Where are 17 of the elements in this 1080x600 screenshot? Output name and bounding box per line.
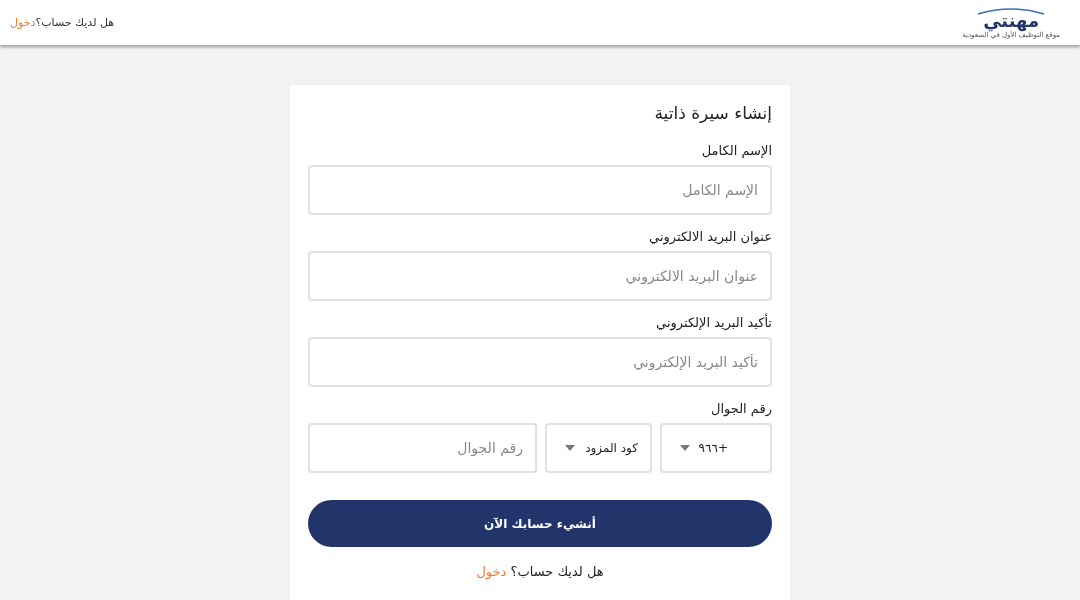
login-prompt-text: هل لديك حساب؟ xyxy=(510,564,604,579)
country-code-dropdown[interactable]: +٩٦٦ xyxy=(660,423,772,473)
provider-code-dropdown[interactable]: كود المزود xyxy=(545,423,652,473)
form-title: إنشاء سيرة ذاتية xyxy=(653,103,772,123)
field-label: تأكيد البريد الإلكتروني xyxy=(655,315,772,330)
field-label: الإسم الكامل xyxy=(700,143,772,158)
logo-text[interactable]: مهنتي xyxy=(983,10,1040,31)
arc-icon xyxy=(976,6,1047,15)
phone-input-field[interactable]: رقم الجوال xyxy=(308,423,537,473)
submit-button[interactable]: أنشيء حسابك الآن xyxy=(308,500,772,547)
caret-icon xyxy=(565,445,575,451)
field-label: رقم الجوال xyxy=(710,401,772,416)
caret-icon xyxy=(680,445,690,451)
field-label: عنوان البريد الالكتروني xyxy=(648,229,772,244)
input-field[interactable]: عنوان البريد الالكتروني xyxy=(308,251,772,301)
login-prompt-text: هل لديك حساب؟ xyxy=(35,16,115,29)
input-field[interactable]: الإسم الكامل xyxy=(308,165,772,215)
